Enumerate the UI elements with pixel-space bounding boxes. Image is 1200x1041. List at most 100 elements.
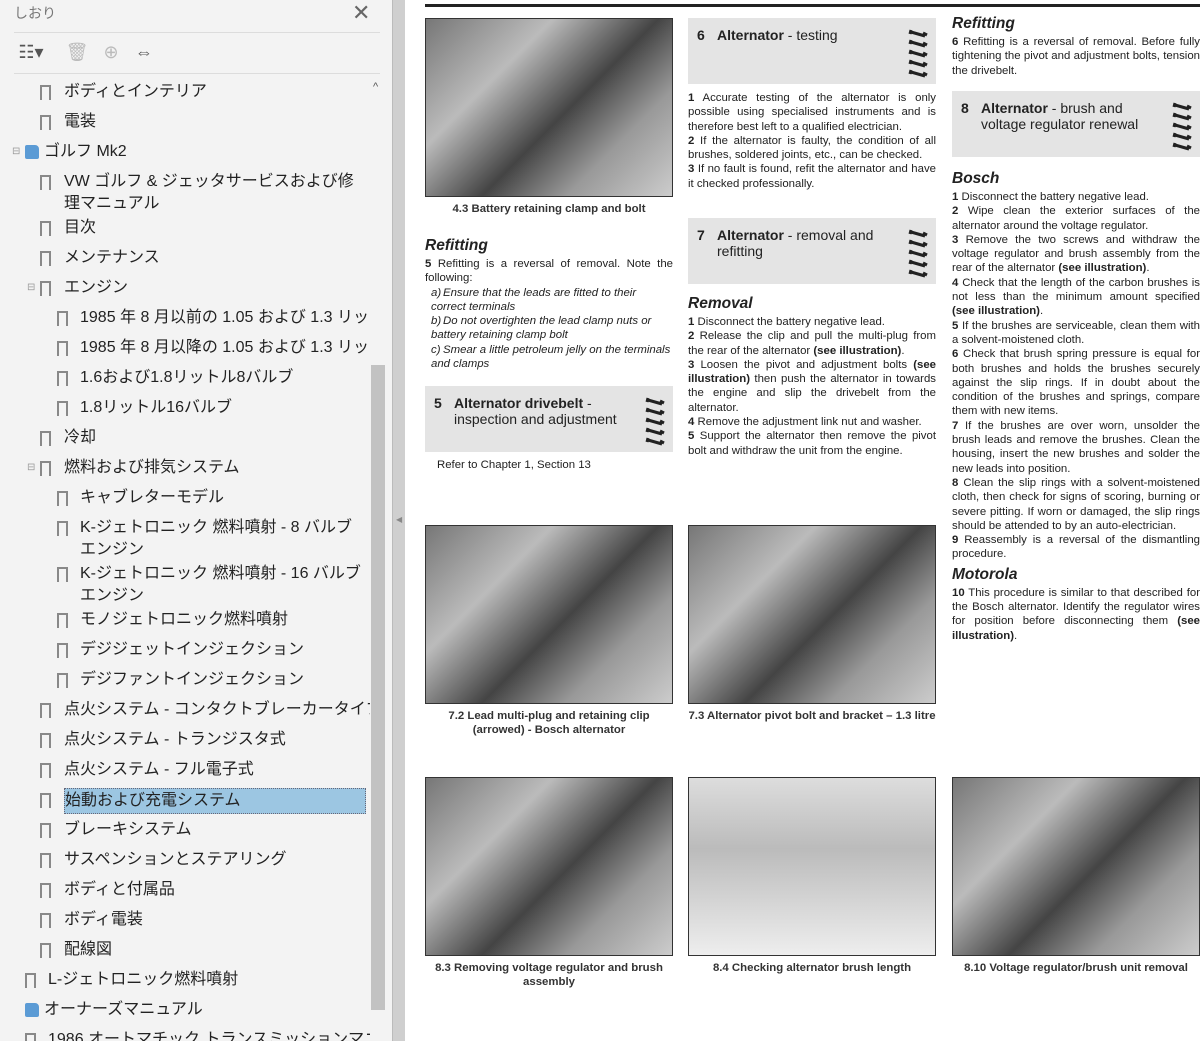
bookmark-item[interactable]: 1.6および1.8リットル8バルブ — [0, 363, 370, 393]
bookmark-item[interactable]: K-ジェトロニック 燃料噴射 - 8 バルブ エンジン — [0, 513, 370, 559]
bookmark-label: ボディと付属品 — [64, 881, 175, 898]
bookmark-item[interactable]: オーナーズマニュアル — [0, 995, 370, 1025]
section-8-header: 8 Alternator - brush and voltage regulat… — [952, 91, 1200, 157]
bookmark-item[interactable]: 配線図 — [0, 935, 370, 965]
para-text: Accurate testing of the alternator is on… — [688, 92, 937, 133]
para-num: 9 — [952, 534, 959, 547]
bookmark-item[interactable]: ボディと付属品 — [0, 875, 370, 905]
photo-7-2 — [425, 525, 673, 704]
para-num: 2 — [688, 134, 695, 147]
para-num: 3 — [952, 233, 959, 246]
para: Refitting is a reversal of removal. Note… — [425, 258, 673, 285]
bookmark-item[interactable]: ⊟ 燃料および排気システム — [0, 453, 370, 483]
bookmark-item[interactable]: L-ジェトロニック燃料噴射 — [0, 965, 370, 995]
bookmark-icon — [57, 491, 68, 508]
heading: Refitting — [952, 15, 1015, 32]
bookmark-item[interactable]: メンテナンス — [0, 243, 370, 273]
bookmark-label: K-ジェトロニック 燃料噴射 - 16 バルブ エンジン — [80, 565, 361, 604]
bookmark-icon — [40, 793, 51, 810]
bookmark-item[interactable]: デジジェットインジェクション — [0, 635, 370, 665]
add-bookmark-icon[interactable]: ⊕ — [98, 38, 124, 66]
section-subtitle: - testing — [783, 27, 838, 43]
scroll-up-icon[interactable]: ^ — [373, 81, 378, 93]
section-title: Alternator — [981, 100, 1048, 116]
wrench-icon — [908, 26, 930, 81]
paragraph: 7 If the brushes are over worn, unsolder… — [952, 419, 1200, 476]
bookmark-item[interactable]: ボディ電装 — [0, 905, 370, 935]
bookmark-icon — [40, 943, 51, 960]
bookmark-item[interactable]: キャブレターモデル — [0, 483, 370, 513]
bookmark-item[interactable]: 1.8リットル16バルブ — [0, 393, 370, 423]
scrollbar-thumb[interactable] — [371, 365, 385, 1010]
list-text: Ensure that the leads are fitted to thei… — [431, 286, 637, 313]
bookmark-item[interactable]: 始動および充電システム — [0, 785, 370, 815]
panel-splitter[interactable]: ◀ — [392, 0, 405, 1041]
bookmark-tree: ボディとインテリア 電装 ⊟ ゴルフ Mk2 VW ゴルフ & ジェッタサービスおよび修… — [0, 77, 370, 1041]
bookmark-item[interactable]: 目次 — [0, 213, 370, 243]
collapse-toggle-icon[interactable]: ⊟ — [27, 453, 35, 483]
bookmark-item[interactable]: 1985 年 8 月以前の 1.05 および 1.3 リットル — [0, 303, 370, 333]
paragraph: 3 Remove the two screws and withdraw the… — [952, 233, 1200, 276]
para-text: Loosen the pivot and adjustment bolts — [700, 358, 914, 371]
bookmark-label: 電装 — [64, 113, 97, 130]
page-rule — [425, 4, 1200, 7]
bookmark-item[interactable]: 点火システム - コンタクトブレーカータイプ — [0, 695, 370, 725]
close-panel-icon[interactable]: ✕ — [352, 0, 370, 26]
bookmark-icon — [57, 643, 68, 660]
bookmark-icon — [40, 221, 51, 238]
bookmark-item[interactable]: 1985 年 8 月以降の 1.05 および 1.3 リットル — [0, 333, 370, 363]
paragraph: 1 Disconnect the battery negative lead. — [688, 315, 936, 329]
bookmark-item[interactable]: ボディとインテリア — [0, 77, 370, 107]
bookmark-icon — [40, 883, 51, 900]
bookmark-item[interactable]: ⊟ エンジン — [0, 273, 370, 303]
bookmark-item[interactable]: モノジェトロニック燃料噴射 — [0, 605, 370, 635]
heading: Bosch — [952, 170, 1000, 187]
bookmark-label: デジジェットインジェクション — [80, 641, 305, 658]
bookmark-label: サスペンションとステアリング — [64, 851, 287, 868]
bookmark-item[interactable]: ブレーキシステム — [0, 815, 370, 845]
caption: 4.3 Battery retaining clamp and bolt — [452, 203, 646, 215]
bookmark-icon — [25, 1033, 36, 1041]
photo-7-3 — [688, 525, 936, 704]
paragraph: 2 Wipe clean the exterior surfaces of th… — [952, 204, 1200, 233]
refitting-section-2: Refitting 6 Refitting is a reversal of r… — [952, 14, 1200, 78]
caption: 8.3 Removing voltage regulator and brush… — [435, 962, 663, 989]
list-marker: b) — [431, 315, 442, 328]
see-illustration: (see illustration) — [952, 305, 1040, 318]
bookmark-item[interactable]: 冷却 — [0, 423, 370, 453]
para-text: If the brushes are over worn, unsolder t… — [952, 419, 1200, 475]
bookmark-label: キャブレターモデル — [80, 489, 225, 506]
bookmark-icon — [40, 853, 51, 870]
collapse-arrow-icon[interactable]: ◀ — [396, 515, 402, 524]
bookmark-item[interactable]: 点火システム - トランジスタ式 — [0, 725, 370, 755]
bookmark-label: 始動および充電システム — [64, 788, 366, 814]
bookmark-item[interactable]: ⊟ ゴルフ Mk2 — [0, 137, 370, 167]
bookmark-item[interactable]: 点火システム - フル電子式 — [0, 755, 370, 785]
bookmark-item[interactable]: デジファントインジェクション — [0, 665, 370, 695]
bookmark-label: エンジン — [64, 279, 129, 296]
bookmark-item[interactable]: サスペンションとステアリング — [0, 845, 370, 875]
collapse-toggle-icon[interactable]: ⊟ — [27, 273, 35, 303]
bookmark-item[interactable]: K-ジェトロニック 燃料噴射 - 16 バルブ エンジン — [0, 559, 370, 605]
para-num: 4 — [952, 276, 959, 289]
para-num: 2 — [952, 205, 959, 218]
bookmark-label: 配線図 — [64, 941, 113, 958]
bookmark-icon — [40, 85, 51, 102]
bookmark-item[interactable]: 電装 — [0, 107, 370, 137]
collapse-toggle-icon[interactable]: ⊟ — [12, 137, 20, 167]
delete-icon[interactable]: 🗑 — [64, 38, 90, 66]
bookmark-label: 点火システム - トランジスタ式 — [64, 731, 286, 748]
para-text: Clean the slip rings with a solvent-mois… — [952, 476, 1200, 532]
expand-bookmark-icon[interactable]: ⇔ — [130, 38, 158, 66]
options-menu-icon[interactable]: ☷▾ — [14, 38, 48, 66]
bookmark-item[interactable]: 1986 オートマチック トランスミッションマニュアル — [0, 1025, 370, 1041]
bookmark-icon — [57, 613, 68, 630]
bookmark-item[interactable]: VW ゴルフ & ジェッタサービスおよび修理マニュアル — [0, 167, 370, 213]
scrollbar[interactable]: ^ — [370, 77, 386, 1041]
section-num: 7 — [697, 227, 705, 243]
bookmark-icon — [40, 823, 51, 840]
document-icon — [25, 145, 39, 159]
list-text: Smear a little petroleum jelly on the te… — [431, 343, 671, 371]
bookmark-label: 1985 年 8 月以降の 1.05 および 1.3 リットル — [80, 339, 370, 356]
bookmark-label: ボディとインテリア — [64, 83, 207, 100]
